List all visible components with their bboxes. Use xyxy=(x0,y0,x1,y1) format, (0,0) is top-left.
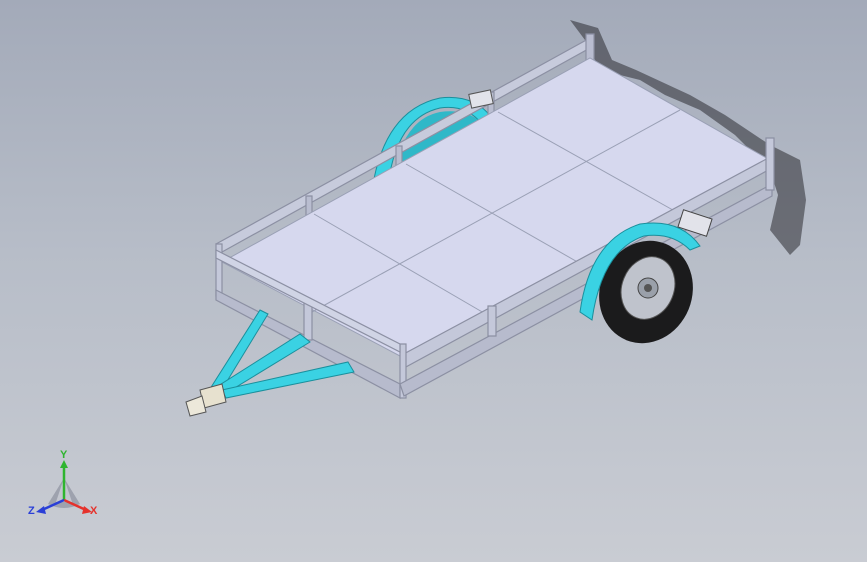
x-axis-label: X xyxy=(90,505,98,517)
z-axis-label: Z xyxy=(28,505,35,517)
graphics-viewport[interactable]: Y X Z xyxy=(0,0,867,562)
hitch-coupler[interactable] xyxy=(185,383,227,417)
trailer-model[interactable] xyxy=(0,0,867,562)
orientation-triad[interactable]: Y X Z xyxy=(26,448,102,524)
y-axis-label: Y xyxy=(60,449,68,461)
